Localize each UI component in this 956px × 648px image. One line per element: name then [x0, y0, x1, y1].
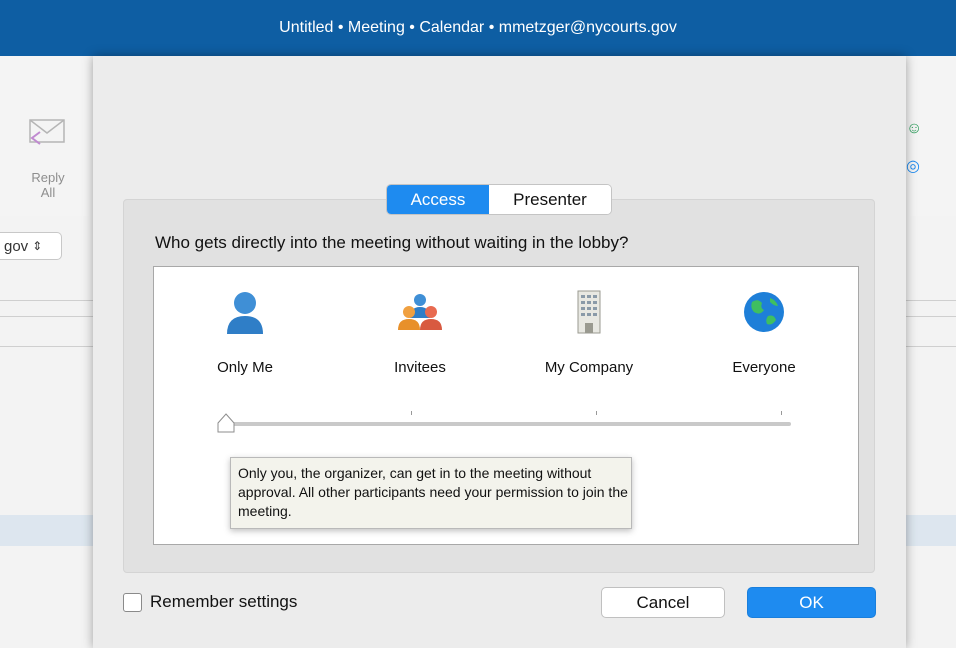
- option-invitees[interactable]: Invitees: [360, 289, 480, 376]
- globe-icon: [704, 289, 824, 335]
- reply-all-button[interactable]: Reply All: [22, 170, 74, 200]
- slider-tick: [411, 411, 412, 415]
- option-label: Invitees: [394, 359, 446, 376]
- remember-settings[interactable]: Remember settings: [123, 592, 297, 612]
- access-slider-track[interactable]: [221, 422, 791, 426]
- people-group-icon: [360, 289, 480, 335]
- tab-access[interactable]: Access: [387, 185, 489, 214]
- ok-button[interactable]: OK: [747, 587, 876, 618]
- chevron-updown-icon: ⇕: [32, 239, 43, 253]
- option-label: My Company: [544, 359, 634, 376]
- reply-all-icon[interactable]: [26, 118, 68, 148]
- option-label: Only Me: [217, 359, 273, 376]
- remember-label: Remember settings: [150, 592, 298, 611]
- lobby-question: Who gets directly into the meeting witho…: [155, 233, 629, 252]
- cancel-button[interactable]: Cancel: [601, 587, 725, 618]
- online-meeting-icon[interactable]: ◎: [906, 156, 922, 176]
- tab-bar: Access Presenter: [386, 184, 612, 215]
- access-slider-thumb[interactable]: [217, 413, 235, 433]
- lobby-options-box: Only Me Invitees My Company Everyone Onl…: [153, 266, 859, 545]
- option-tooltip: Only you, the organizer, can get in to t…: [230, 457, 632, 529]
- toolbar-right-icons: ☺ ◎: [906, 120, 922, 176]
- window-title: Untitled • Meeting • Calendar • mmetzger…: [279, 19, 677, 36]
- person-icon: [185, 289, 305, 335]
- account-select[interactable]: gov ⇕: [0, 232, 62, 260]
- slider-tick: [781, 411, 782, 415]
- tab-presenter[interactable]: Presenter: [489, 185, 611, 214]
- attendees-icon[interactable]: ☺: [906, 120, 922, 138]
- building-icon: [529, 289, 649, 335]
- account-select-value: gov: [4, 237, 29, 255]
- lobby-settings-dialog: Access Presenter Who gets directly into …: [93, 56, 906, 648]
- option-label: Everyone: [732, 359, 796, 376]
- reply-all-label: Reply All: [31, 170, 65, 200]
- remember-checkbox[interactable]: [123, 592, 142, 612]
- option-everyone[interactable]: Everyone: [704, 289, 824, 376]
- slider-tick: [596, 411, 597, 415]
- window-titlebar: Untitled • Meeting • Calendar • mmetzger…: [0, 0, 956, 56]
- option-my-company[interactable]: My Company: [529, 289, 649, 376]
- option-only-me[interactable]: Only Me: [185, 289, 305, 376]
